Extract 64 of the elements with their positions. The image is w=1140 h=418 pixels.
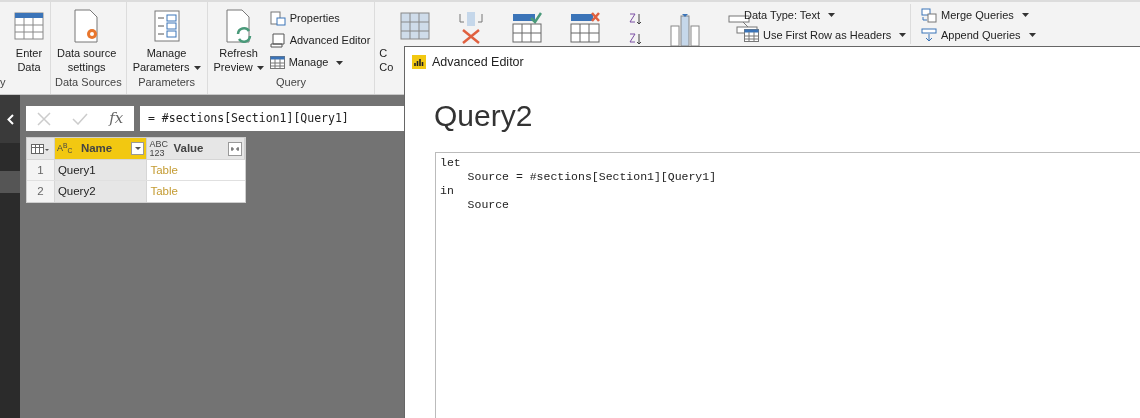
table-menu-icon[interactable] [31,143,50,154]
row-number: 2 [27,181,55,202]
table-cell: Query1 [54,160,148,180]
ribbon-button[interactable]: Enter Data [12,6,46,76]
caret-icon [256,66,264,71]
query-name: Query2 [433,98,534,134]
code-editor[interactable]: let Source = #sections[Section1][Query1] in Source [435,152,1140,418]
ribbon-button[interactable]: Merge Queries [921,7,1036,23]
caret-icon [134,147,141,150]
filter-button[interactable] [131,142,145,155]
chevron-left-icon [6,113,14,125]
ribbon-button[interactable]: Properties [269,10,371,27]
remove-rows-icon [570,12,600,44]
merge-icon [921,7,937,23]
app-logo-icon [412,55,426,69]
dialog-title: Advanced Editor [432,53,524,71]
refresh-document-icon [223,9,254,43]
code-line: let [440,156,461,170]
ribbon-button[interactable]: Data Type: Text [744,7,907,23]
properties-icon [269,11,286,26]
ribbon-button[interactable]: Use First Row as Headers [744,27,907,43]
column-label: Value [173,140,205,156]
ribbon-button-label: C [379,46,388,60]
ribbon-button[interactable]: Refresh Preview [211,6,266,74]
keep-rows-icon [512,12,542,44]
table-icon [14,11,44,41]
table-icon [400,12,430,42]
group-label: Parameters [137,75,196,90]
ribbon-button[interactable]: Advanced Editor [269,32,371,49]
caret-icon [1028,33,1036,37]
sort-icon [628,12,642,46]
column-header[interactable]: A$^{B}$$_{C}$ Name [54,138,148,159]
expand-icon [230,144,240,153]
caret-icon [193,66,201,71]
caret-icon [828,13,836,17]
scroll-icon [269,33,286,48]
expand-button[interactable] [228,141,242,156]
table-cell: Query2 [54,181,148,202]
type-label: 123 [149,148,165,158]
ribbon-button-label: Co [379,60,394,74]
remove-columns-icon [458,12,484,44]
ribbon-button[interactable]: Append Queries [921,27,1036,43]
caret-icon [336,60,344,65]
column-label: Name [80,140,114,156]
group-label: y [0,74,6,90]
code-line: Source [466,198,509,212]
group-label: Query [274,75,307,90]
grid-icon [744,28,759,42]
ribbon-button[interactable]: Data source settings [55,6,119,74]
caret-icon [1021,13,1029,17]
check-icon[interactable] [72,112,88,125]
append-icon [921,27,937,43]
ribbon-button[interactable]: Manage Parameters [130,6,203,74]
code-line: Source = #sections[Section1][Query1] [466,170,717,184]
fx-label[interactable]: fx [109,107,124,130]
caret-icon [899,33,907,37]
code-line: in [440,184,454,198]
row-number: 1 [27,160,55,180]
collapse-button[interactable] [0,95,20,143]
ribbon-button[interactable]: Manage [269,54,371,71]
list-icon [153,10,180,42]
group-label: Data Sources [55,75,122,90]
type-label: ABC [149,139,168,149]
grid-icon [269,56,285,69]
